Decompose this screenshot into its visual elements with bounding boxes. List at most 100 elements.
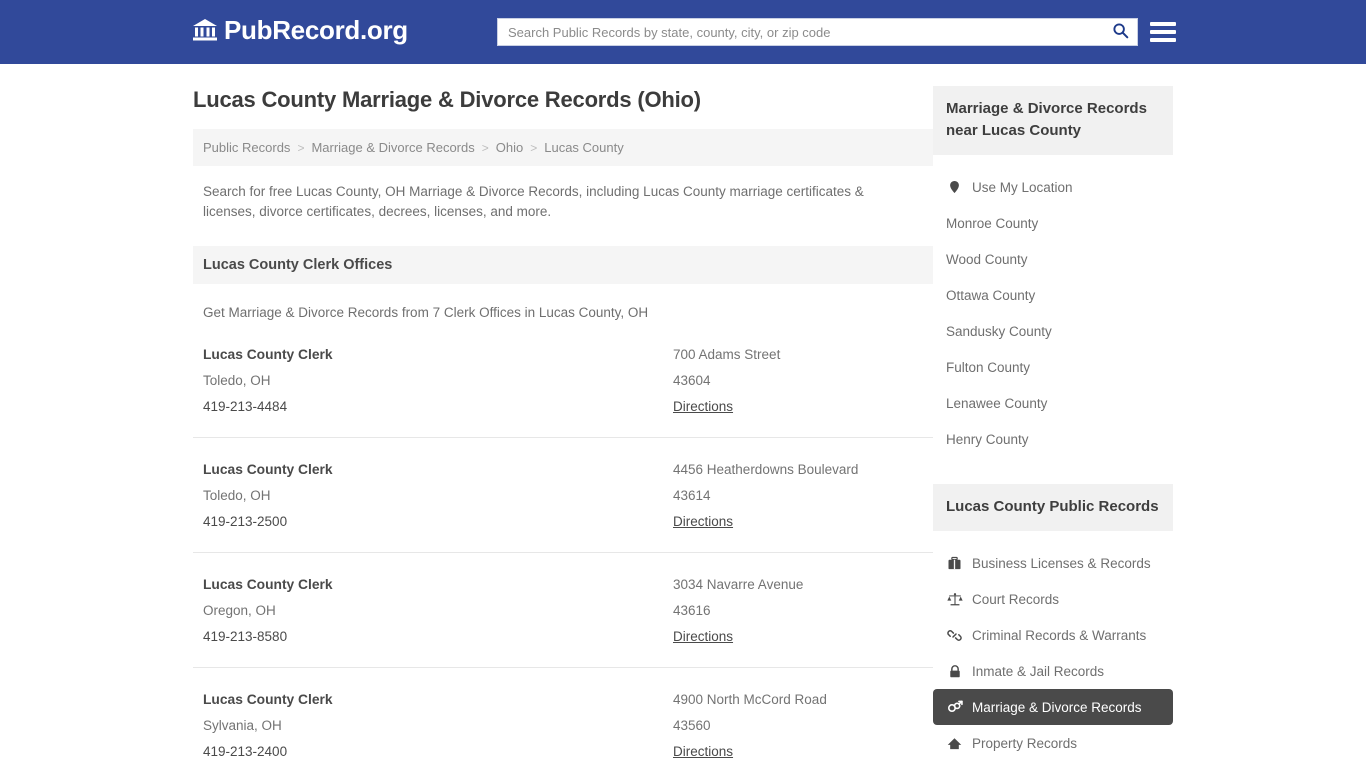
listing-directions-link[interactable]: Directions	[673, 739, 733, 765]
listing-phone: 419-213-4484	[203, 399, 288, 414]
breadcrumb-item-ohio[interactable]: Ohio	[496, 140, 523, 155]
chevron-right-icon: >	[297, 140, 305, 155]
breadcrumb-item-marriage-divorce-records[interactable]: Marriage & Divorce Records	[311, 140, 474, 155]
listing-address: 4456 Heatherdowns Boulevard	[673, 462, 859, 477]
sidebar-public-records-list: Business Licenses & Records Court Record…	[933, 545, 1173, 761]
sidebar: Marriage & Divorce Records near Lucas Co…	[933, 86, 1173, 768]
search-button[interactable]	[1103, 19, 1137, 45]
site-header: PubRecord.org	[0, 0, 1366, 64]
briefcase-icon	[946, 555, 963, 572]
listing-office-name[interactable]: Lucas County Clerk	[203, 687, 673, 713]
listing-office-name[interactable]: Lucas County Clerk	[203, 572, 673, 598]
sidebar-item-property-records[interactable]: Property Records	[933, 725, 1173, 761]
hamburger-bar	[1150, 30, 1176, 34]
listing-office-name[interactable]: Lucas County Clerk	[203, 457, 673, 483]
listing-left-column: Lucas County Clerk Toledo, OH 419-213-44…	[203, 342, 673, 420]
sidebar-item-marriage-divorce-records[interactable]: Marriage & Divorce Records	[933, 689, 1173, 725]
listing-city: Toledo, OH	[203, 373, 271, 388]
listing-city: Toledo, OH	[203, 488, 271, 503]
sidebar-item-label: Monroe County	[946, 215, 1039, 231]
sidebar-item-court-records[interactable]: Court Records	[933, 581, 1173, 617]
search-bar[interactable]	[497, 18, 1138, 46]
listing-right-column: 3034 Navarre Avenue 43616 Directions	[673, 572, 923, 650]
sidebar-nearby-list: Use My Location Monroe County Wood Count…	[933, 169, 1173, 457]
section-subtitle: Get Marriage & Divorce Records from 7 Cl…	[203, 305, 649, 320]
listing-office-name[interactable]: Lucas County Clerk	[203, 342, 673, 368]
sidebar-item-label: Business Licenses & Records	[972, 555, 1151, 571]
listing-left-column: Lucas County Clerk Sylvania, OH 419-213-…	[203, 687, 673, 765]
listing-address: 4900 North McCord Road	[673, 692, 827, 707]
sidebar-item-sandusky-county[interactable]: Sandusky County	[933, 313, 1173, 349]
listing-right-column: 4456 Heatherdowns Boulevard 43614 Direct…	[673, 457, 923, 535]
listing-phone: 419-213-8580	[203, 629, 288, 644]
listing-zip: 43604	[673, 373, 711, 388]
sidebar-item-label: Inmate & Jail Records	[972, 663, 1105, 679]
search-input[interactable]	[498, 19, 1103, 45]
listing-row: Lucas County Clerk Sylvania, OH 419-213-…	[193, 668, 933, 768]
breadcrumb-item-public-records[interactable]: Public Records	[203, 140, 290, 155]
lock-icon	[946, 663, 963, 680]
listing-address: 3034 Navarre Avenue	[673, 577, 804, 592]
listing-phone: 419-213-2400	[203, 744, 288, 759]
chevron-right-icon: >	[530, 140, 538, 155]
sidebar-item-label: Henry County	[946, 431, 1029, 447]
sidebar-item-wood-county[interactable]: Wood County	[933, 241, 1173, 277]
listing-zip: 43616	[673, 603, 711, 618]
chevron-right-icon: >	[481, 140, 489, 155]
sidebar-item-label: Property Records	[972, 735, 1078, 751]
content-container: Lucas County Marriage & Divorce Records …	[193, 86, 1173, 768]
sidebar-item-fulton-county[interactable]: Fulton County	[933, 349, 1173, 385]
sidebar-item-criminal-records[interactable]: Criminal Records & Warrants	[933, 617, 1173, 653]
sidebar-item-label: Lenawee County	[946, 395, 1048, 411]
sidebar-item-lenawee-county[interactable]: Lenawee County	[933, 385, 1173, 421]
sidebar-item-label: Court Records	[972, 591, 1060, 607]
house-icon	[946, 735, 963, 752]
section-header-clerk-offices: Lucas County Clerk Offices	[193, 246, 933, 284]
page-intro-text: Search for free Lucas County, OH Marriag…	[203, 184, 864, 219]
listing-row: Lucas County Clerk Toledo, OH 419-213-25…	[193, 438, 933, 553]
listing-zip: 43614	[673, 488, 711, 503]
listing-left-column: Lucas County Clerk Toledo, OH 419-213-25…	[203, 457, 673, 535]
listing-phone: 419-213-2500	[203, 514, 288, 529]
listing-address: 700 Adams Street	[673, 347, 781, 362]
page-body: Lucas County Marriage & Divorce Records …	[0, 64, 1366, 768]
sidebar-item-label: Criminal Records & Warrants	[972, 627, 1147, 643]
sidebar-item-label: Wood County	[946, 251, 1028, 267]
gender-symbols-icon	[946, 699, 963, 716]
site-logo-text: PubRecord.org	[224, 15, 408, 45]
breadcrumb: Public Records > Marriage & Divorce Reco…	[193, 129, 933, 166]
listing-right-column: 700 Adams Street 43604 Directions	[673, 342, 923, 420]
sidebar-item-label: Sandusky County	[946, 323, 1052, 339]
sidebar-header-nearby: Marriage & Divorce Records near Lucas Co…	[933, 86, 1173, 155]
listing-directions-link[interactable]: Directions	[673, 394, 733, 420]
hamburger-bar	[1150, 22, 1176, 26]
sidebar-item-monroe-county[interactable]: Monroe County	[933, 205, 1173, 241]
search-icon	[1112, 22, 1129, 42]
page-title: Lucas County Marriage & Divorce Records …	[193, 87, 701, 112]
listing-zip: 43560	[673, 718, 711, 733]
sidebar-item-label: Marriage & Divorce Records	[972, 699, 1142, 715]
chain-link-icon	[946, 627, 963, 644]
site-logo[interactable]: PubRecord.org	[192, 17, 408, 43]
map-pin-icon	[946, 179, 963, 196]
listing-city: Sylvania, OH	[203, 718, 282, 733]
hamburger-bar	[1150, 38, 1176, 42]
sidebar-item-label: Use My Location	[972, 179, 1073, 195]
sidebar-item-henry-county[interactable]: Henry County	[933, 421, 1173, 457]
listing-right-column: 4900 North McCord Road 43560 Directions	[673, 687, 923, 765]
listing-left-column: Lucas County Clerk Oregon, OH 419-213-85…	[203, 572, 673, 650]
listing-directions-link[interactable]: Directions	[673, 624, 733, 650]
main-column: Lucas County Marriage & Divorce Records …	[193, 86, 933, 768]
breadcrumb-item-lucas-county[interactable]: Lucas County	[544, 140, 624, 155]
sidebar-item-inmate-jail-records[interactable]: Inmate & Jail Records	[933, 653, 1173, 689]
sidebar-item-ottawa-county[interactable]: Ottawa County	[933, 277, 1173, 313]
listing-row: Lucas County Clerk Toledo, OH 419-213-44…	[193, 323, 933, 438]
hamburger-menu-icon[interactable]	[1150, 19, 1176, 45]
sidebar-item-business-licenses[interactable]: Business Licenses & Records	[933, 545, 1173, 581]
listing-directions-link[interactable]: Directions	[673, 509, 733, 535]
listing-city: Oregon, OH	[203, 603, 276, 618]
sidebar-item-label: Fulton County	[946, 359, 1031, 375]
sidebar-item-label: Ottawa County	[946, 287, 1036, 303]
bank-building-icon	[192, 17, 218, 43]
sidebar-item-use-my-location[interactable]: Use My Location	[933, 169, 1173, 205]
